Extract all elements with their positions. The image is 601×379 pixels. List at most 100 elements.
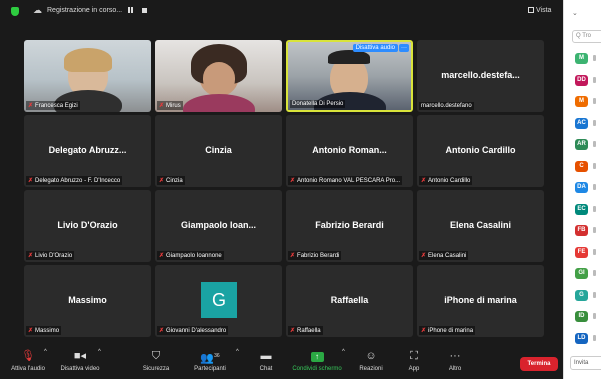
- grid-view-icon: [528, 7, 534, 13]
- participant-tile[interactable]: Raffaella ✗ Raffaella: [286, 265, 413, 337]
- participant-list-item-truncated: [593, 291, 596, 298]
- share-options-caret-icon[interactable]: ^: [342, 349, 345, 355]
- reactions-label: Reazioni: [359, 366, 383, 372]
- participant-search-input[interactable]: Q Tro: [572, 30, 601, 43]
- participant-tile[interactable]: Fabrizio Berardi ✗ Fabrizio Berardi: [286, 190, 413, 262]
- muted-microphone-icon: 🎙: [21, 350, 35, 362]
- participant-name-label: ✗ Raffaella: [288, 326, 323, 335]
- participants-icon: 👥36: [200, 352, 220, 365]
- participant-avatar[interactable]: FE: [575, 246, 588, 258]
- participant-avatar[interactable]: DA: [575, 182, 588, 193]
- reactions-smiley-icon: ☺: [365, 350, 377, 362]
- participant-avatar[interactable]: G: [575, 289, 588, 301]
- stop-video-button[interactable]: ■◂ Disattiva video: [58, 349, 102, 372]
- participant-name-label: ✗ Livio D'Orazio: [26, 251, 75, 260]
- reactions-button[interactable]: ☺ Reazioni: [356, 349, 386, 372]
- muted-mic-icon: ✗: [421, 328, 427, 334]
- end-meeting-button[interactable]: Termina: [520, 357, 558, 371]
- participant-list-item-truncated: [593, 141, 596, 147]
- participant-avatar[interactable]: AR: [575, 139, 588, 150]
- participant-name-label: ✗ Fabrizio Berardi: [288, 251, 342, 260]
- participant-hair: [64, 48, 112, 72]
- recording-status: Registrazione in corso...: [47, 7, 123, 14]
- participant-list-item-truncated: [593, 334, 596, 341]
- participant-display-name: Livio D'Orazio: [57, 220, 118, 230]
- participant-list-item-truncated: [593, 248, 596, 255]
- more-options-button[interactable]: ···: [399, 44, 409, 52]
- participant-tile[interactable]: Antonio Cardillo ✗ Antonio Cardillo: [417, 115, 544, 187]
- chat-button[interactable]: ▬ Chat: [254, 349, 278, 372]
- stop-recording-icon[interactable]: [142, 8, 147, 13]
- more-button[interactable]: ··· Altro: [442, 349, 468, 372]
- participant-name-label: ✗ Massimo: [26, 326, 62, 335]
- muted-mic-icon: ✗: [159, 328, 165, 334]
- participant-display-name: marcello.destefa...: [441, 70, 520, 80]
- participant-tile[interactable]: G ✗ Giovanni D'alessandro: [155, 265, 282, 337]
- participant-tile[interactable]: marcello.destefa... marcello.destefano: [417, 40, 544, 112]
- participant-tile[interactable]: Antonio Roman... ✗ Antonio Romano VAL PES…: [286, 115, 413, 187]
- participant-name-label: ✗ Giampaolo Ioannone: [157, 251, 224, 260]
- participant-tile[interactable]: iPhone di marina ✗ iPhone di marina: [417, 265, 544, 337]
- muted-mic-icon: ✗: [159, 103, 165, 109]
- apps-icon: ⛶: [410, 350, 418, 362]
- audio-options-caret-icon[interactable]: ^: [44, 349, 47, 355]
- unmute-button[interactable]: 🎙 Attiva l'audio: [8, 349, 48, 372]
- invite-button[interactable]: Invita: [570, 356, 601, 370]
- collapse-chevron-icon[interactable]: ⌄: [572, 9, 578, 17]
- participant-tile[interactable]: Livio D'Orazio ✗ Livio D'Orazio: [24, 190, 151, 262]
- participant-display-name: Giampaolo Ioan...: [180, 220, 256, 230]
- participant-list-item-truncated: [593, 205, 596, 212]
- top-bar: ☁ Registrazione in corso... Vista: [0, 0, 563, 22]
- participant-tile[interactable]: Elena Casalini ✗ Elena Casalini: [417, 190, 544, 262]
- participant-list-item-truncated: [593, 98, 596, 104]
- participant-avatar[interactable]: EC: [575, 203, 588, 215]
- participant-tile-active-speaker[interactable]: Disattiva audio ··· Donatella Di Persio: [286, 40, 413, 112]
- participant-display-name: Delegato Abruzz...: [48, 145, 127, 155]
- participant-list-item-truncated: [593, 76, 596, 83]
- mute-participant-button[interactable]: Disattiva audio: [352, 44, 398, 52]
- participant-tile[interactable]: Cinzia ✗ Cinzia: [155, 115, 282, 187]
- unmute-label: Attiva l'audio: [11, 366, 45, 372]
- share-screen-button[interactable]: ↑ Condividi schermo: [290, 349, 344, 372]
- security-label: Sicurezza: [142, 366, 170, 372]
- security-shield-icon[interactable]: [11, 7, 19, 16]
- participant-avatar[interactable]: LD: [575, 332, 588, 344]
- participant-avatar[interactable]: M: [575, 96, 588, 107]
- muted-mic-icon: ✗: [28, 328, 34, 334]
- participant-tile[interactable]: ✗ Francesca Egizi: [24, 40, 151, 112]
- participants-panel: ⌄ Q Tro M DD M AC AR C DA EC FB FE GI G ID LD Invita: [563, 0, 601, 379]
- cloud-recording-icon: ☁: [33, 5, 42, 15]
- participant-avatar[interactable]: AC: [575, 117, 588, 129]
- share-screen-icon: ↑: [290, 349, 344, 363]
- participants-count: 36: [214, 353, 220, 359]
- participant-name-label: marcello.destefano: [419, 102, 474, 110]
- muted-mic-icon: ✗: [159, 253, 165, 259]
- participant-avatar[interactable]: FB: [575, 225, 588, 236]
- pause-recording-icon[interactable]: [127, 6, 134, 14]
- participant-display-name: Antonio Cardillo: [445, 145, 516, 155]
- apps-button[interactable]: ⛶ App: [402, 349, 426, 372]
- participant-tile[interactable]: ✗ Mirus: [155, 40, 282, 112]
- participant-name-label: ✗ Mirus: [157, 101, 183, 110]
- muted-mic-icon: ✗: [421, 178, 427, 184]
- participant-avatar[interactable]: C: [575, 160, 588, 172]
- participant-avatar[interactable]: GI: [575, 268, 588, 279]
- participant-avatar[interactable]: DD: [575, 74, 588, 86]
- muted-mic-icon: ✗: [290, 253, 296, 259]
- security-button[interactable]: ⛉ Sicurezza: [138, 349, 174, 372]
- participant-avatar: G: [201, 282, 237, 318]
- participant-tile[interactable]: Delegato Abruzz... ✗ Delegato Abruzzo - F…: [24, 115, 151, 187]
- participant-list-item-truncated: [593, 162, 596, 169]
- chat-label: Chat: [259, 366, 273, 372]
- participants-options-caret-icon[interactable]: ^: [236, 349, 239, 355]
- participant-avatar[interactable]: ID: [575, 311, 588, 322]
- view-label: Vista: [536, 7, 552, 14]
- video-options-caret-icon[interactable]: ^: [98, 349, 101, 355]
- tile-overlay-controls: Disattiva audio ···: [352, 44, 409, 52]
- participant-tile[interactable]: Giampaolo Ioan... ✗ Giampaolo Ioannone: [155, 190, 282, 262]
- participant-avatar[interactable]: M: [575, 53, 588, 64]
- view-button[interactable]: Vista: [528, 7, 551, 14]
- participant-tile[interactable]: Massimo ✗ Massimo: [24, 265, 151, 337]
- participant-name-label: ✗ Giovanni D'alessandro: [157, 326, 229, 335]
- participants-button[interactable]: 👥36 Partecipanti: [188, 349, 232, 372]
